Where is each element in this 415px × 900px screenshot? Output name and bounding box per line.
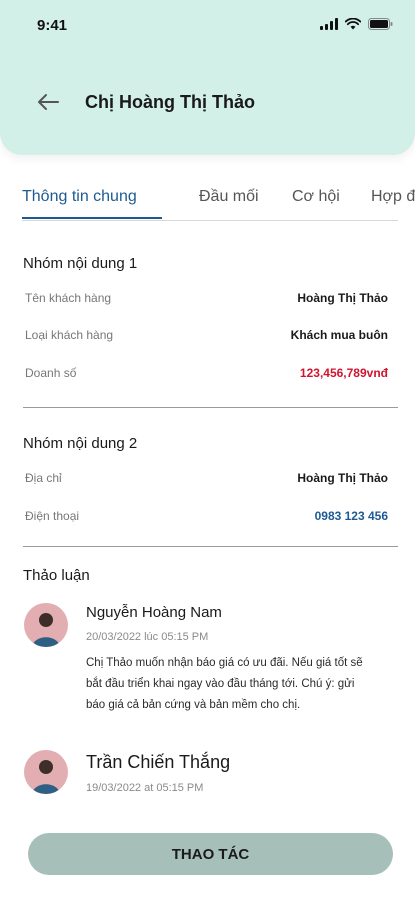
wifi-icon: [345, 18, 361, 30]
user-photo-icon: [32, 760, 60, 794]
user-photo-icon: [32, 613, 60, 647]
phone-label: Điện thoại: [25, 509, 80, 523]
comment-time: 19/03/2022 at 05:15 PM: [86, 782, 204, 794]
tab-divider: [22, 220, 398, 221]
sales-value: 123,456,789vnđ: [299, 366, 388, 380]
comment-author: Nguyễn Hoàng Nam: [86, 604, 222, 621]
section-divider: [23, 407, 398, 408]
group2-title: Nhóm nội dung 2: [23, 435, 138, 452]
app-header: 9:41 Chị Hoàng Thị Thảo: [0, 0, 415, 155]
comment-author: Trần Chiến Thắng: [86, 752, 231, 772]
page-title: Chị Hoàng Thị Thảo: [85, 92, 255, 112]
customer-name-value: Hoàng Thị Thảo: [297, 291, 388, 305]
customer-name-label: Tên khách hàng: [25, 291, 112, 305]
comment-time: 20/03/2022 lúc 05:15 PM: [86, 631, 209, 643]
comment-text: Chị Thảo muốn nhận báo giá có ưu đãi. Nế…: [86, 657, 363, 711]
back-button[interactable]: [34, 90, 62, 114]
group1-title: Nhóm nội dung 1: [23, 255, 138, 272]
arrow-left-icon: [38, 94, 59, 110]
tab-general-info[interactable]: Thông tin chung: [22, 188, 137, 206]
section-divider: [23, 546, 398, 547]
discussion-title: Thảo luận: [23, 567, 90, 584]
address-label: Địa chỉ: [25, 471, 62, 485]
phone-value[interactable]: 0983 123 456: [315, 509, 388, 523]
address-value: Hoàng Thị Thảo: [297, 471, 388, 485]
status-bar: 9:41: [0, 0, 415, 50]
status-time: 9:41: [37, 17, 68, 34]
avatar: [24, 750, 68, 794]
battery-icon: [368, 18, 393, 30]
customer-type-label: Loại khách hàng: [25, 328, 114, 342]
tab-bar: Thông tin chung Đầu mối Cơ hội Hợp đ: [0, 180, 415, 220]
status-icons: [320, 18, 393, 30]
tab-contacts[interactable]: Đầu mối: [199, 188, 259, 206]
tab-opportunities[interactable]: Cơ hội: [292, 188, 340, 206]
sales-label: Doanh số: [25, 366, 77, 380]
avatar: [24, 603, 68, 647]
customer-type-value: Khách mua buôn: [290, 328, 388, 342]
action-button[interactable]: THAO TÁC: [28, 833, 393, 875]
active-tab-indicator: [22, 217, 162, 219]
tab-contracts[interactable]: Hợp đ: [371, 188, 415, 206]
signal-icon: [320, 18, 338, 30]
